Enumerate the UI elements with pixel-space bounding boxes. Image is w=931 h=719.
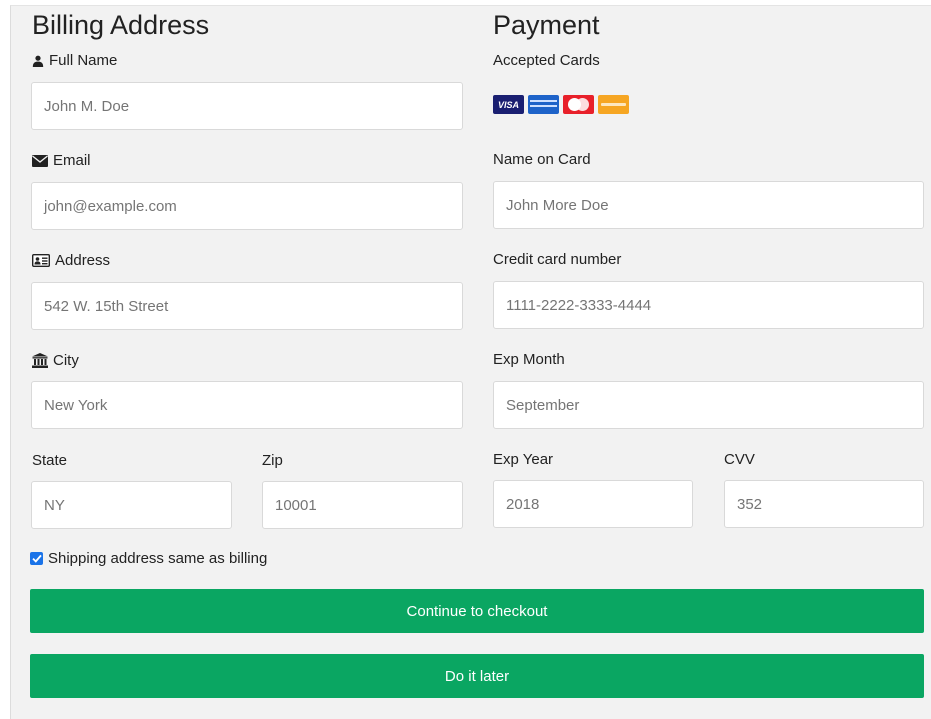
envelope-icon xyxy=(32,154,48,167)
zip-label: Zip xyxy=(262,452,283,469)
email-label: Email xyxy=(32,152,91,169)
city-input[interactable]: New York xyxy=(31,381,463,429)
exp-month-input[interactable]: September xyxy=(493,381,924,429)
zip-input[interactable]: 10001 xyxy=(262,481,463,529)
institution-icon xyxy=(32,353,48,368)
user-icon xyxy=(32,55,44,67)
accepted-cards: VISA xyxy=(493,95,629,114)
exp-year-input[interactable]: 2018 xyxy=(493,480,693,528)
email-label-text: Email xyxy=(53,152,91,169)
cvv-label: CVV xyxy=(724,451,755,468)
do-it-later-button[interactable]: Do it later xyxy=(30,654,924,698)
address-label: Address xyxy=(32,252,110,269)
card-number-label: Credit card number xyxy=(493,251,622,268)
continue-to-checkout-button[interactable]: Continue to checkout xyxy=(30,589,924,633)
accepted-cards-label: Accepted Cards xyxy=(493,52,600,69)
discover-icon xyxy=(598,95,629,114)
exp-month-label: Exp Month xyxy=(493,351,565,368)
amex-icon xyxy=(528,95,559,114)
full-name-input[interactable]: John M. Doe xyxy=(31,82,463,130)
address-input[interactable]: 542 W. 15th Street xyxy=(31,282,463,330)
email-input[interactable]: john@example.com xyxy=(31,182,463,230)
checkmark-icon xyxy=(31,554,42,563)
payment-title: Payment xyxy=(493,10,600,40)
city-label-text: City xyxy=(53,352,79,369)
name-on-card-label: Name on Card xyxy=(493,151,591,168)
visa-icon: VISA xyxy=(493,95,524,114)
state-input[interactable]: NY xyxy=(31,481,232,529)
state-label: State xyxy=(32,452,68,469)
name-on-card-input[interactable]: John More Doe xyxy=(493,181,924,229)
mastercard-icon xyxy=(563,95,594,114)
shipping-checkbox[interactable] xyxy=(30,552,43,565)
city-label: City xyxy=(32,352,79,369)
cvv-input[interactable]: 352 xyxy=(724,480,924,528)
exp-year-label: Exp Year xyxy=(493,451,554,468)
shipping-label: Shipping address same as billing xyxy=(48,550,268,567)
address-label-text: Address xyxy=(55,252,111,269)
card-number-input[interactable]: 1111-2222-3333-4444 xyxy=(493,281,924,329)
billing-title: Billing Address xyxy=(32,10,210,40)
shipping-same-row[interactable]: Shipping address same as billing xyxy=(30,550,267,567)
full-name-label: Full Name xyxy=(32,52,117,69)
full-name-label-text: Full Name xyxy=(49,52,118,69)
address-card-icon xyxy=(32,254,50,267)
